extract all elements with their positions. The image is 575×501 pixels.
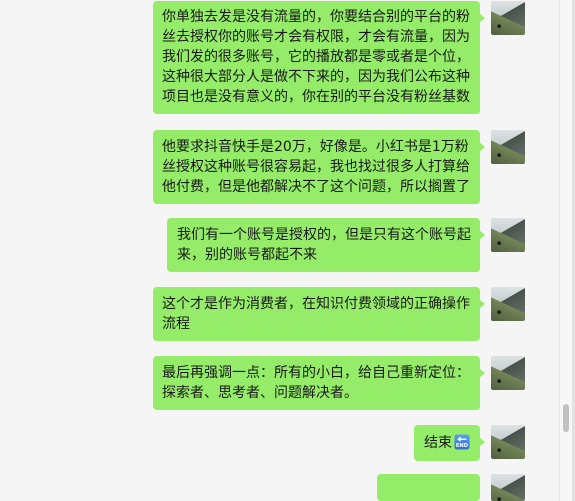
message-text-line: 探索者、思考者、问题解决者。 [162,385,358,401]
end-icon-graphic: END [454,434,470,450]
avatar[interactable] [491,356,525,390]
avatar[interactable] [491,218,525,252]
message-list[interactable]: 你单独去发是没有流量的，你要结合别的平台的粉 丝去授权你的账号才会有权限，才会有… [0,0,559,501]
message-text-line: 他付费，但是他都解决不了这个问题，所以搁置了 [162,179,470,195]
message-text-line: 丝授权这种账号很容易起，我也找过很多人打算给 [162,159,470,175]
scrollbar-thumb[interactable] [563,404,569,432]
message-bubble[interactable]: 你单独去发是没有流量的，你要结合别的平台的粉 丝去授权你的账号才会有权限，才会有… [153,1,485,114]
message-row: 我们有一个账号是授权的，但是只有这个账号起 来，别的账号都起不来 [167,218,525,272]
avatar[interactable] [491,287,525,321]
message-row: 你单独去发是没有流量的，你要结合别的平台的粉 丝去授权你的账号才会有权限，才会有… [153,1,525,114]
message-text-line: 来，别的账号都起不来 [177,247,317,263]
message-bubble[interactable]: 这个才是作为消费者，在知识付费领域的正确操作 流程 [153,287,485,341]
avatar[interactable] [491,1,525,35]
message-row [377,474,525,501]
avatar[interactable] [491,130,525,164]
message-text-line: 我们有一个账号是授权的，但是只有这个账号起 [177,227,471,243]
message-bubble[interactable]: 最后再强调一点：所有的小白，给自己重新定位： 探索者、思考者、问题解决者。 [153,356,485,410]
scrollbar-track[interactable] [559,0,572,501]
chat-window: 你单独去发是没有流量的，你要结合别的平台的粉 丝去授权你的账号才会有权限，才会有… [0,0,575,501]
end-icon: END [454,434,470,450]
message-bubble[interactable]: 我们有一个账号是授权的，但是只有这个账号起 来，别的账号都起不来 [167,218,485,272]
message-row: 结束 END [414,425,525,461]
message-text-line: 项目也是没有意义的，你在别的平台没有粉丝基数 [162,89,470,105]
message-text-line: 他要求抖音快手是20万，好像是。小红书是1万粉 [162,139,469,155]
avatar[interactable] [491,425,525,459]
message-text-line: 流程 [162,316,190,332]
message-text-line: 我们发的很多账号，它的播放都是零或者是个位， [162,49,470,65]
avatar[interactable] [491,474,525,501]
message-text-line: 这个才是作为消费者，在知识付费领域的正确操作 [162,296,470,312]
message-text-line: 这种很大部分人是做不下来的，因为我们公布这种 [162,69,470,85]
end-icon-label: END [456,443,469,449]
message-bubble[interactable]: 他要求抖音快手是20万，好像是。小红书是1万粉 丝授权这种账号很容易起，我也找过… [153,130,485,204]
message-bubble[interactable] [377,474,480,501]
message-text-line: 你单独去发是没有流量的，你要结合别的平台的粉 [162,9,470,25]
message-text-line: 结束 END [424,433,470,453]
message-text-line: 最后再强调一点：所有的小白，给自己重新定位： [162,365,470,381]
message-row: 这个才是作为消费者，在知识付费领域的正确操作 流程 [153,287,525,341]
message-row: 他要求抖音快手是20万，好像是。小红书是1万粉 丝授权这种账号很容易起，我也找过… [153,130,525,204]
message-bubble[interactable]: 结束 END [414,425,485,461]
message-row: 最后再强调一点：所有的小白，给自己重新定位： 探索者、思考者、问题解决者。 [153,356,525,410]
message-text: 结束 [424,435,452,451]
message-text-line: 丝去授权你的账号才会有权限，才会有流量，因为 [162,29,470,45]
